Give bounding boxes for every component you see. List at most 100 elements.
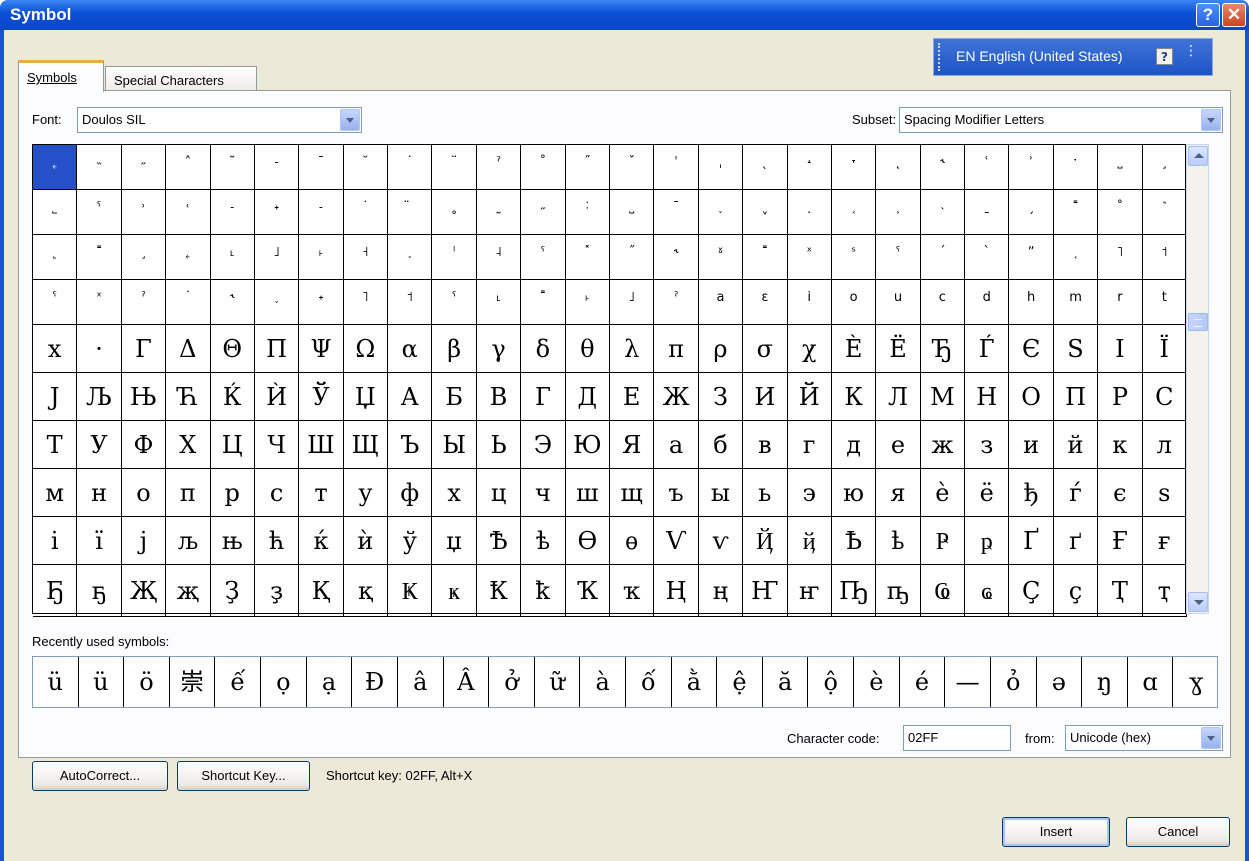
symbol-cell[interactable]: ˵: [77, 145, 122, 190]
symbol-cell[interactable]: ˩: [610, 280, 655, 325]
symbol-cell[interactable]: ˛: [876, 145, 921, 190]
symbol-cell[interactable]: ѓ: [1053, 469, 1099, 517]
symbol-cell[interactable]: ˯: [254, 280, 300, 325]
symbol-cell[interactable]: ˎ: [743, 145, 788, 190]
symbol-cell[interactable]: ˺: [1142, 190, 1187, 235]
symbol-cell[interactable]: ˼: [121, 235, 167, 280]
recent-symbol-cell[interactable]: ɑ: [1128, 657, 1174, 707]
symbol-cell[interactable]: ҫ: [1053, 565, 1099, 617]
tab-special-characters[interactable]: Special Characters: [105, 66, 257, 92]
symbol-cell[interactable]: Я: [610, 421, 655, 469]
symbol-cell[interactable]: э: [787, 469, 832, 517]
symbol-cell[interactable]: d: [965, 280, 1010, 325]
symbol-cell[interactable]: ˚: [521, 145, 566, 190]
symbol-cell[interactable]: б: [698, 421, 744, 469]
symbol-cell[interactable]: ˕: [831, 145, 877, 190]
symbol-cell[interactable]: ˄: [166, 145, 211, 190]
symbol-cell[interactable]: j: [121, 517, 167, 565]
scroll-thumb[interactable]: [1188, 313, 1208, 331]
recent-symbol-cell[interactable]: à: [580, 657, 626, 707]
symbol-cell[interactable]: О: [1009, 373, 1054, 421]
symbol-cell[interactable]: ˣ: [77, 280, 122, 325]
symbol-cell[interactable]: ѣ: [521, 517, 566, 565]
symbol-cell[interactable]: ˍ: [965, 190, 1010, 235]
symbol-cell[interactable]: ҍ: [876, 517, 921, 565]
symbol-cell[interactable]: љ: [166, 517, 211, 565]
symbol-cell[interactable]: р: [210, 469, 255, 517]
symbol-cell[interactable]: ˠ: [698, 235, 744, 280]
symbol-cell[interactable]: ˦: [388, 280, 433, 325]
symbol-cell[interactable]: ˀ: [476, 145, 522, 190]
symbol-cell[interactable]: ˸: [565, 190, 610, 235]
symbol-cell[interactable]: È: [831, 325, 877, 373]
symbol-cell[interactable]: қ: [343, 565, 389, 617]
insert-button[interactable]: Insert: [1002, 817, 1110, 847]
symbol-cell[interactable]: Р: [1098, 373, 1143, 421]
symbol-cell[interactable]: ѝ: [343, 517, 389, 565]
symbol-cell[interactable]: ˙: [388, 145, 433, 190]
recent-symbol-cell[interactable]: è: [854, 657, 900, 707]
symbol-cell[interactable]: ˢ: [831, 235, 877, 280]
symbol-cell[interactable]: ї: [77, 517, 122, 565]
symbol-cell[interactable]: ˇ: [610, 145, 655, 190]
symbol-cell[interactable]: Е: [610, 373, 655, 421]
symbol-cell[interactable]: I: [1098, 325, 1143, 373]
symbol-cell[interactable]: Н: [965, 373, 1010, 421]
symbol-cell[interactable]: н: [77, 469, 122, 517]
symbol-cell[interactable]: ˨: [476, 235, 522, 280]
symbol-cell[interactable]: ё: [965, 469, 1010, 517]
symbol-cell[interactable]: ˀ: [121, 280, 167, 325]
symbol-cell[interactable]: Ф: [121, 421, 167, 469]
symbol-cell[interactable]: ˯: [388, 235, 433, 280]
symbol-cell[interactable]: ˷: [476, 190, 522, 235]
symbol-cell[interactable]: s: [1142, 469, 1187, 517]
symbol-cell[interactable]: К: [831, 373, 877, 421]
symbol-cell[interactable]: й: [1053, 421, 1099, 469]
symbol-cell[interactable]: в: [743, 421, 788, 469]
symbol-cell[interactable]: ˯: [698, 190, 744, 235]
symbol-cell[interactable]: π: [654, 325, 699, 373]
symbol-cell[interactable]: ˙: [166, 280, 211, 325]
symbol-cell[interactable]: Ў: [299, 373, 344, 421]
symbol-cell[interactable]: ρ: [698, 325, 744, 373]
symbol-cell[interactable]: Ҍ: [831, 517, 877, 565]
symbol-cell[interactable]: ˞: [210, 280, 255, 325]
symbol-cell[interactable]: r: [1098, 280, 1143, 325]
symbol-cell[interactable]: ю: [831, 469, 877, 517]
symbol-cell[interactable]: t: [1142, 280, 1187, 325]
symbol-cell[interactable]: ˫: [565, 280, 610, 325]
symbol-cell[interactable]: Ҧ: [831, 565, 877, 617]
symbol-cell[interactable]: ў: [388, 517, 433, 565]
symbol-cell[interactable]: ч: [521, 469, 566, 517]
symbol-cell[interactable]: њ: [210, 517, 255, 565]
recent-symbol-cell[interactable]: é: [900, 657, 946, 707]
recent-symbol-cell[interactable]: ö: [124, 657, 170, 707]
symbol-cell[interactable]: ˖: [299, 280, 344, 325]
symbol-cell[interactable]: ђ: [1009, 469, 1054, 517]
symbol-cell[interactable]: Ѓ: [965, 325, 1010, 373]
symbol-cell[interactable]: ˑ: [1053, 145, 1099, 190]
symbol-cell[interactable]: Ҝ: [388, 565, 433, 617]
font-select[interactable]: Doulos SIL: [77, 107, 362, 133]
symbol-cell[interactable]: п: [166, 469, 211, 517]
symbol-cell[interactable]: о: [121, 469, 167, 517]
symbol-cell[interactable]: u: [876, 280, 921, 325]
symbol-cell[interactable]: ˞: [654, 235, 699, 280]
symbol-cell[interactable]: ˥: [1098, 235, 1143, 280]
symbol-cell[interactable]: ˁ: [432, 280, 477, 325]
recent-symbol-cell[interactable]: ŋ: [1082, 657, 1128, 707]
grid-scrollbar[interactable]: [1186, 144, 1209, 614]
symbol-cell[interactable]: ˏ: [1009, 190, 1054, 235]
symbol-cell[interactable]: Х: [166, 421, 211, 469]
symbol-cell[interactable]: Ж: [654, 373, 699, 421]
symbol-cell[interactable]: ˰: [787, 190, 832, 235]
symbol-cell[interactable]: ˡ: [432, 235, 477, 280]
symbol-cell[interactable]: ˁ: [77, 190, 122, 235]
symbol-cell[interactable]: т: [299, 469, 344, 517]
symbol-cell[interactable]: ˿: [33, 145, 78, 190]
symbol-cell[interactable]: m: [1053, 280, 1099, 325]
symbol-cell[interactable]: ҙ: [254, 565, 300, 617]
symbol-cell[interactable]: h: [1009, 280, 1054, 325]
symbol-cell[interactable]: ˶: [121, 145, 167, 190]
symbol-cell[interactable]: ˈ: [654, 145, 699, 190]
